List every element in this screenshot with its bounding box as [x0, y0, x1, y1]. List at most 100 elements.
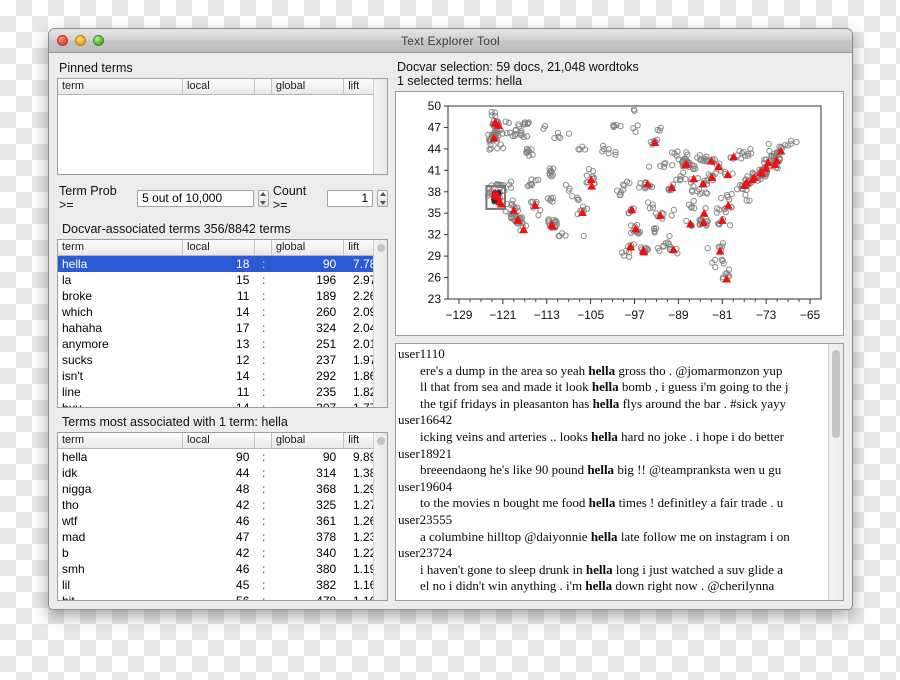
table-row[interactable]: b 42:340 1.223 — [58, 545, 387, 561]
cell-term: buy — [62, 401, 82, 408]
document-snippet[interactable]: i haven't gone to sleep drunk in hella l… — [398, 562, 829, 579]
minimize-button[interactable] — [75, 35, 86, 46]
docvar-terms-scrollbar[interactable] — [373, 240, 387, 407]
cell-sep: : — [261, 305, 266, 319]
docvar-terms-table[interactable]: term local global lift hella 18:90 7.784 la… — [57, 239, 388, 408]
close-button[interactable] — [57, 35, 68, 46]
cell-term: broke — [62, 289, 93, 303]
document-user[interactable]: user23724 — [398, 545, 829, 562]
table-row[interactable]: which 14:260 2.096 — [58, 304, 387, 320]
scrollbar-knob[interactable] — [377, 244, 385, 252]
cell-sep: : — [261, 385, 266, 399]
highlighted-term: hella — [588, 495, 616, 511]
cell-sep: : — [261, 450, 266, 464]
zoom-button[interactable] — [93, 35, 104, 46]
pinned-terms-scrollbar[interactable] — [373, 79, 387, 174]
table-row[interactable]: buy 14:307 1.775 — [58, 400, 387, 408]
document-snippet[interactable]: a columbine hilltop @daiyonnie hella lat… — [398, 529, 829, 546]
document-user[interactable]: user19604 — [398, 479, 829, 496]
cell-term: idk — [62, 466, 78, 480]
table-row[interactable]: wtf 46:361 1.261 — [58, 513, 387, 529]
document-snippet[interactable]: to the movies n bought me food hella tim… — [398, 495, 829, 512]
term-prob-stepper[interactable] — [258, 189, 269, 207]
column-header-local[interactable]: local — [183, 79, 256, 94]
svg-text:−89: −89 — [668, 308, 689, 322]
document-list: user1110 ere's a dump in the area so yeah… — [396, 344, 829, 600]
table-row[interactable]: smh 46:380 1.198 — [58, 561, 387, 577]
document-user[interactable]: user16642 — [398, 412, 829, 429]
cell-global: 380 — [316, 562, 337, 576]
column-header-local[interactable]: local — [183, 433, 256, 448]
scrollbar-thumb[interactable] — [832, 350, 840, 438]
document-snippet[interactable]: breeendaong he's like 90 pound hella big… — [398, 462, 829, 479]
table-row[interactable]: sucks 12:237 1.971 — [58, 352, 387, 368]
table-row[interactable]: la 15:196 2.979 — [58, 272, 387, 288]
cell-local: 44 — [236, 466, 250, 480]
cell-local: 15 — [236, 273, 250, 287]
document-snippet[interactable]: ere's a dump in the area so yeah hella g… — [398, 363, 829, 380]
cell-local: 17 — [236, 321, 250, 335]
count-stepper[interactable] — [377, 189, 388, 207]
geo-scatter-plot[interactable]: 23 26 29 32 35 38 41 44 47 50 −129 −121 −113 −105 −97 −… — [395, 91, 844, 336]
table-row[interactable]: anymore 13:251 2.016 — [58, 336, 387, 352]
cell-sep: : — [261, 578, 266, 592]
assoc-terms-scrollbar[interactable] — [373, 433, 387, 600]
cell-local: 45 — [236, 578, 250, 592]
document-snippet[interactable]: ll that from sea and made it look hella … — [398, 379, 829, 396]
assoc-terms-rows: hella 90:90 9.898 idk 44:314 1.387 nigga 48:368… — [58, 449, 387, 601]
pinned-terms-label: Pinned terms — [59, 61, 133, 75]
cell-sep: : — [261, 562, 266, 576]
column-header-global[interactable]: global — [272, 79, 345, 94]
document-user[interactable]: user1110 — [398, 346, 829, 363]
column-header-term[interactable]: term — [58, 79, 184, 94]
table-row[interactable]: isn't 14:292 1.866 — [58, 368, 387, 384]
cell-local: 42 — [236, 498, 250, 512]
cell-sep: : — [261, 514, 266, 528]
cell-sep: : — [261, 594, 266, 601]
svg-text:50: 50 — [428, 99, 442, 113]
table-row[interactable]: hahaha 17:324 2.042 — [58, 320, 387, 336]
column-header-term[interactable]: term — [58, 240, 184, 255]
cell-global: 378 — [316, 530, 337, 544]
cell-term: line — [62, 385, 81, 399]
docvar-selection-header: Docvar selection: 59 docs, 21,048 wordto… — [397, 60, 844, 88]
cell-global: 382 — [316, 578, 337, 592]
table-row[interactable]: idk 44:314 1.387 — [58, 465, 387, 481]
document-text-panel[interactable]: user1110 ere's a dump in the area so yeah… — [395, 343, 844, 601]
cell-term: smh — [62, 562, 85, 576]
count-input[interactable] — [327, 189, 374, 207]
scrollbar-knob[interactable] — [377, 437, 385, 445]
table-row[interactable]: hella 18:90 7.784 — [58, 256, 387, 272]
cell-local: 11 — [236, 385, 250, 399]
document-user[interactable]: user18921 — [398, 446, 829, 463]
cell-global: 90 — [322, 257, 337, 271]
table-row[interactable]: broke 11:189 2.265 — [58, 288, 387, 304]
table-row[interactable]: nigga 48:368 1.291 — [58, 481, 387, 497]
column-header-global[interactable]: global — [272, 240, 345, 255]
document-snippet[interactable]: icking veins and arteries .. looks hella… — [398, 429, 829, 446]
column-header-global[interactable]: global — [272, 433, 345, 448]
document-snippet[interactable]: el no i didn't win anything . i'm hella … — [398, 578, 829, 595]
column-header-term[interactable]: term — [58, 433, 184, 448]
scatter-plot-svg[interactable]: 23 26 29 32 35 38 41 44 47 50 −129 −121 −113 −105 −97 −… — [396, 92, 831, 335]
assoc-terms-table[interactable]: term local global lift hella 90:90 9.898 id… — [57, 432, 388, 601]
table-row[interactable]: mad 47:378 1.231 — [58, 529, 387, 545]
term-prob-label: Term Prob >= — [59, 184, 117, 212]
table-row[interactable]: hit 56:478 1.160 — [58, 593, 387, 601]
document-user[interactable]: user23555 — [398, 512, 829, 529]
table-row[interactable]: hella 90:90 9.898 — [58, 449, 387, 465]
table-row[interactable]: lil 45:382 1.166 — [58, 577, 387, 593]
window-titlebar[interactable]: Text Explorer Tool — [49, 29, 852, 53]
cell-term: hella — [62, 257, 88, 271]
document-snippet[interactable]: the tgif fridays in pleasanton has hella… — [398, 396, 829, 413]
column-header-local[interactable]: local — [183, 240, 256, 255]
cell-term: mad — [62, 530, 86, 544]
cell-global: 235 — [316, 385, 337, 399]
document-scrollbar[interactable] — [828, 344, 843, 600]
table-row[interactable]: tho 42:325 1.279 — [58, 497, 387, 513]
term-prob-input[interactable] — [137, 189, 255, 207]
cell-sep: : — [261, 369, 266, 383]
svg-text:32: 32 — [428, 228, 442, 242]
table-row[interactable]: line 11:235 1.822 — [58, 384, 387, 400]
pinned-terms-table[interactable]: term local global lift — [57, 78, 388, 175]
